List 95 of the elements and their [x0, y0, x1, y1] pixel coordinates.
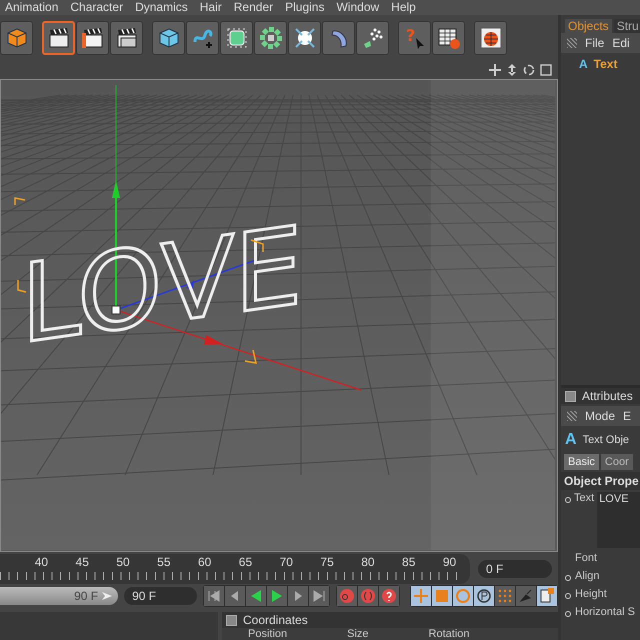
toolbar-button[interactable] [288, 20, 321, 55]
column-header: Size [347, 628, 369, 640]
menu-item[interactable]: Dynamics [135, 0, 200, 15]
object-name: Text [594, 57, 618, 71]
attribute-tab[interactable]: Coor [600, 454, 633, 470]
column-header: Position [248, 628, 288, 640]
move-icon[interactable] [489, 64, 501, 76]
timeline-ruler[interactable]: 40 45 50 55 60 65 70 75 80 85 90 [0, 554, 470, 584]
text-object-icon: A [565, 431, 577, 449]
grip-icon[interactable] [567, 411, 577, 421]
scale-icon[interactable] [432, 586, 452, 606]
first-frame-icon[interactable] [204, 586, 224, 606]
menu-item[interactable]: Edi [612, 36, 630, 50]
text-input-field[interactable]: LOVE [597, 492, 640, 548]
grip-icon[interactable] [567, 38, 577, 48]
object-list-item[interactable]: A Text [561, 57, 640, 71]
object-type-label: Text Obje [582, 434, 630, 446]
next-key-icon[interactable] [288, 586, 308, 606]
frame-number: 50 [115, 554, 131, 570]
toolbar-button[interactable] [152, 20, 185, 55]
frame-number: 40 [34, 554, 50, 570]
frame-number: 70 [278, 554, 294, 570]
cube-icon [4, 26, 28, 50]
attribute-tab[interactable]: Basic [564, 454, 599, 470]
frame-number: 45 [74, 554, 90, 570]
table-question-icon [436, 26, 460, 50]
auto-key-icon[interactable] [358, 586, 378, 606]
panel-title: Coordinates [243, 613, 308, 627]
play-backward-icon[interactable] [246, 586, 266, 606]
cube-ring-icon [258, 26, 282, 50]
field-label: Height [575, 588, 607, 600]
current-frame-field[interactable]: 0 F [478, 560, 552, 578]
3d-text-object[interactable]: LOVE [21, 202, 303, 368]
document-icon[interactable] [537, 586, 557, 606]
toolbar-button[interactable] [432, 20, 465, 55]
menu-item[interactable]: Hair [200, 0, 234, 15]
cube-icon [156, 26, 180, 50]
arrows-out-icon [292, 26, 316, 50]
clapperboard-icon [46, 26, 70, 50]
menu-item[interactable]: Window [336, 0, 392, 15]
frame-number: 80 [360, 554, 376, 570]
previous-key-icon[interactable] [225, 586, 245, 606]
up-down-arrow-icon[interactable] [506, 64, 518, 76]
menu-item[interactable]: Render [234, 0, 286, 15]
menu-item[interactable]: File [585, 36, 604, 50]
frame-number: 65 [238, 554, 254, 570]
rotate-icon[interactable] [523, 64, 535, 76]
panel-icon [565, 390, 576, 402]
field-label: Horizontal S [575, 606, 635, 618]
field-label: Font [575, 552, 598, 564]
maximize-icon[interactable] [540, 64, 552, 76]
frame-number: 75 [319, 554, 335, 570]
grid-dots-icon[interactable] [495, 586, 515, 606]
frame-range-slider[interactable]: 90 F [0, 587, 118, 606]
play-icon[interactable] [267, 586, 287, 606]
section-header: Object Prope [561, 472, 640, 490]
menu-item[interactable]: Help [391, 0, 428, 15]
toolbar-button[interactable] [356, 20, 389, 55]
toolbar-button[interactable] [110, 20, 143, 55]
toolbar-button[interactable] [474, 20, 507, 55]
menu-item[interactable]: Plugins [285, 0, 336, 15]
column-header: Rotation [428, 628, 470, 640]
frame-number: 55 [156, 554, 172, 570]
menu-item[interactable]: Character [70, 0, 136, 15]
globe-icon [478, 26, 502, 50]
toolbar-button[interactable] [76, 20, 109, 55]
3d-viewport[interactable]: LOVE [0, 78, 558, 552]
frame-number: 85 [401, 554, 416, 570]
end-frame-field[interactable]: 90 F [124, 587, 197, 606]
field-label: Text [574, 492, 594, 504]
panel-tab[interactable]: Stru [614, 19, 640, 33]
help-circle-icon[interactable] [379, 586, 399, 606]
range-end-value: 90 F [74, 589, 98, 604]
toolbar-button[interactable] [42, 20, 75, 55]
frame-number: 90 [442, 554, 458, 570]
last-frame-icon[interactable] [309, 586, 329, 606]
parameter-icon[interactable] [474, 586, 494, 606]
menu-item[interactable]: E [623, 409, 632, 423]
move-icon[interactable] [411, 586, 431, 606]
panel-tab[interactable]: Objects [565, 19, 612, 33]
menu-item[interactable]: Animation [5, 0, 70, 15]
clapperboard-icon [80, 26, 104, 50]
clapperboard-icon [114, 26, 138, 50]
record-key-icon[interactable] [337, 586, 357, 606]
rounded-cube-icon [224, 26, 248, 50]
slider-handle-icon[interactable] [102, 591, 112, 602]
toolbar-button[interactable] [254, 20, 287, 55]
field-label: Align [575, 570, 600, 582]
frame-number: 60 [196, 554, 212, 570]
rotate-icon[interactable] [453, 586, 473, 606]
panel-icon [226, 614, 237, 626]
text-object-icon: A [579, 57, 588, 71]
toolbar-button[interactable] [220, 20, 253, 55]
menu-item[interactable]: Mode [585, 409, 616, 423]
panel-title: Attributes [582, 389, 633, 403]
